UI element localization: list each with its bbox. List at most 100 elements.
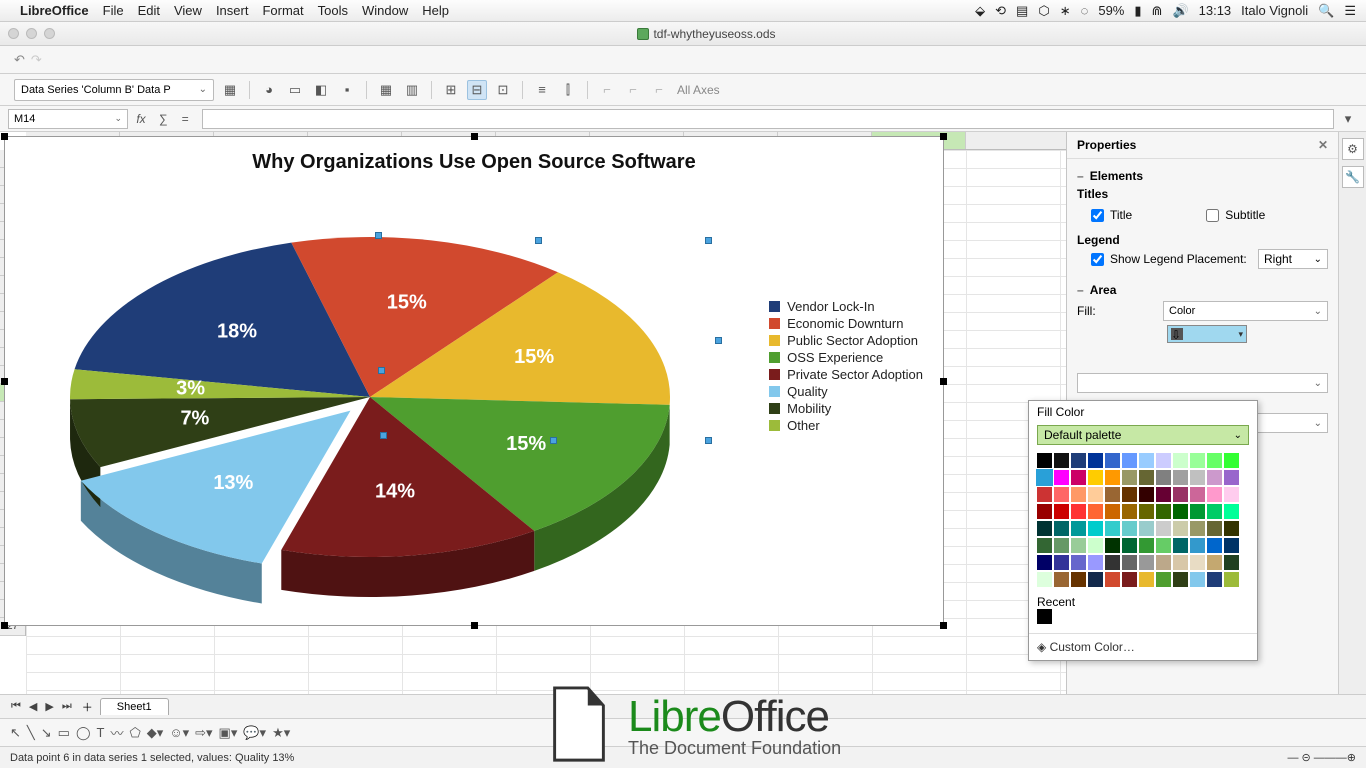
color-swatch[interactable] bbox=[1156, 521, 1171, 536]
color-swatch[interactable] bbox=[1173, 504, 1188, 519]
color-swatch[interactable] bbox=[1037, 572, 1052, 587]
menu-file[interactable]: File bbox=[103, 3, 124, 18]
subtitle-checkbox[interactable]: Subtitle bbox=[1206, 208, 1265, 222]
color-swatch[interactable] bbox=[1224, 504, 1239, 519]
legend-item[interactable]: OSS Experience bbox=[769, 350, 923, 365]
star-tool[interactable]: ★▾ bbox=[272, 725, 290, 741]
color-swatch[interactable] bbox=[1190, 487, 1205, 502]
minimize-window-button[interactable] bbox=[26, 28, 37, 39]
color-swatch[interactable] bbox=[1173, 453, 1188, 468]
color-swatch[interactable] bbox=[1088, 521, 1103, 536]
menu-icon[interactable]: ☰ bbox=[1344, 3, 1356, 19]
color-swatch[interactable] bbox=[1139, 572, 1154, 587]
color-swatch[interactable] bbox=[1105, 555, 1120, 570]
legend-item[interactable]: Mobility bbox=[769, 401, 923, 416]
color-swatch[interactable] bbox=[1156, 504, 1171, 519]
data-table-button[interactable]: ▦ bbox=[376, 80, 396, 100]
color-swatch[interactable] bbox=[1122, 470, 1137, 485]
color-swatch[interactable] bbox=[1156, 555, 1171, 570]
color-swatch[interactable] bbox=[1122, 521, 1137, 536]
color-swatch[interactable] bbox=[1207, 504, 1222, 519]
selection-handle[interactable] bbox=[375, 232, 382, 239]
color-swatch[interactable] bbox=[1156, 572, 1171, 587]
formula-button[interactable]: = bbox=[176, 112, 194, 126]
color-swatch[interactable] bbox=[1071, 555, 1086, 570]
color-swatch[interactable] bbox=[1139, 521, 1154, 536]
color-swatch[interactable] bbox=[1173, 572, 1188, 587]
color-swatch[interactable] bbox=[1037, 538, 1052, 553]
color-swatch[interactable] bbox=[1071, 538, 1086, 553]
chart-object[interactable]: Why Organizations Use Open Source Softwa… bbox=[4, 136, 944, 626]
series-selector[interactable]: Data Series 'Column B' Data P⌄ bbox=[14, 79, 214, 101]
chart-floor-button[interactable]: ▪ bbox=[337, 80, 357, 100]
callout-tool[interactable]: 💬▾ bbox=[243, 725, 266, 741]
chart-wall-button[interactable]: ◧ bbox=[311, 80, 331, 100]
select-tool[interactable]: ↖ bbox=[10, 725, 21, 741]
y-axis-button[interactable]: ⌐ bbox=[623, 80, 643, 100]
color-swatch[interactable] bbox=[1139, 504, 1154, 519]
last-sheet-button[interactable]: ⏭ bbox=[59, 700, 75, 713]
color-swatch[interactable] bbox=[1105, 487, 1120, 502]
color-swatch[interactable] bbox=[1054, 521, 1069, 536]
curve-tool[interactable]: 〰 bbox=[110, 723, 123, 742]
color-swatch[interactable] bbox=[1071, 453, 1086, 468]
menu-view[interactable]: View bbox=[174, 3, 202, 18]
color-swatch[interactable] bbox=[1071, 504, 1086, 519]
color-swatch[interactable] bbox=[1122, 538, 1137, 553]
color-swatch[interactable] bbox=[1054, 470, 1069, 485]
color-swatch[interactable] bbox=[1224, 572, 1239, 587]
color-swatch[interactable] bbox=[1156, 538, 1171, 553]
color-swatch[interactable] bbox=[1139, 487, 1154, 502]
color-swatch[interactable] bbox=[1224, 453, 1239, 468]
selection-handle[interactable] bbox=[535, 237, 542, 244]
color-swatch[interactable] bbox=[1037, 504, 1052, 519]
color-swatch[interactable] bbox=[1105, 521, 1120, 536]
display-icon[interactable]: ▤ bbox=[1016, 3, 1028, 19]
color-swatch[interactable] bbox=[1088, 504, 1103, 519]
cell-reference-input[interactable]: M14⌄ bbox=[8, 109, 128, 129]
sidebar-tab-properties[interactable]: ⚙ bbox=[1342, 138, 1364, 160]
color-swatch[interactable] bbox=[1105, 572, 1120, 587]
sync-icon[interactable]: ⟲ bbox=[995, 3, 1006, 19]
color-swatch[interactable] bbox=[1190, 504, 1205, 519]
chart-type-button[interactable]: ◕ bbox=[259, 80, 279, 100]
legend-off-button[interactable]: ⊡ bbox=[493, 80, 513, 100]
custom-color-button[interactable]: ◈ Custom Color… bbox=[1029, 633, 1257, 660]
color-swatch[interactable] bbox=[1037, 555, 1052, 570]
menu-format[interactable]: Format bbox=[262, 3, 303, 18]
text-tool[interactable]: T bbox=[97, 725, 105, 740]
color-swatch[interactable] bbox=[1207, 538, 1222, 553]
color-swatch[interactable] bbox=[1105, 538, 1120, 553]
color-swatch[interactable] bbox=[1054, 504, 1069, 519]
sidebar-tab-functions[interactable]: 🔧 bbox=[1342, 166, 1364, 188]
selection-handle[interactable] bbox=[380, 432, 387, 439]
color-swatch[interactable] bbox=[1071, 487, 1086, 502]
x-axis-button[interactable]: ⌐ bbox=[597, 80, 617, 100]
color-swatch[interactable] bbox=[1054, 453, 1069, 468]
undo-button[interactable]: ↶ bbox=[14, 52, 25, 68]
fill-color-button[interactable]: ⇩▾ bbox=[1167, 325, 1247, 343]
color-swatch[interactable] bbox=[1054, 487, 1069, 502]
legend-item[interactable]: Private Sector Adoption bbox=[769, 367, 923, 382]
menu-tools[interactable]: Tools bbox=[318, 3, 348, 18]
selection-handle[interactable] bbox=[705, 437, 712, 444]
color-swatch[interactable] bbox=[1088, 555, 1103, 570]
first-sheet-button[interactable]: ⏮ bbox=[8, 700, 24, 713]
color-swatch[interactable] bbox=[1173, 521, 1188, 536]
selection-handle[interactable] bbox=[550, 437, 557, 444]
user-name[interactable]: Italo Vignoli bbox=[1241, 3, 1308, 18]
color-swatch[interactable] bbox=[1224, 470, 1239, 485]
section-area[interactable]: Area bbox=[1077, 283, 1328, 297]
legend-item[interactable]: Economic Downturn bbox=[769, 316, 923, 331]
color-swatch[interactable] bbox=[1054, 538, 1069, 553]
bluetooth-icon[interactable]: ∗ bbox=[1060, 3, 1071, 19]
titles-button[interactable]: ⊞ bbox=[441, 80, 461, 100]
rect-tool[interactable]: ▭ bbox=[58, 725, 70, 741]
color-swatch[interactable] bbox=[1071, 572, 1086, 587]
formula-input[interactable] bbox=[202, 109, 1334, 129]
color-swatch[interactable] bbox=[1224, 487, 1239, 502]
color-swatch[interactable] bbox=[1190, 470, 1205, 485]
recent-color[interactable] bbox=[1037, 609, 1052, 624]
function-wizard-button[interactable]: fx bbox=[132, 112, 150, 126]
title-checkbox[interactable]: Title bbox=[1091, 208, 1132, 222]
